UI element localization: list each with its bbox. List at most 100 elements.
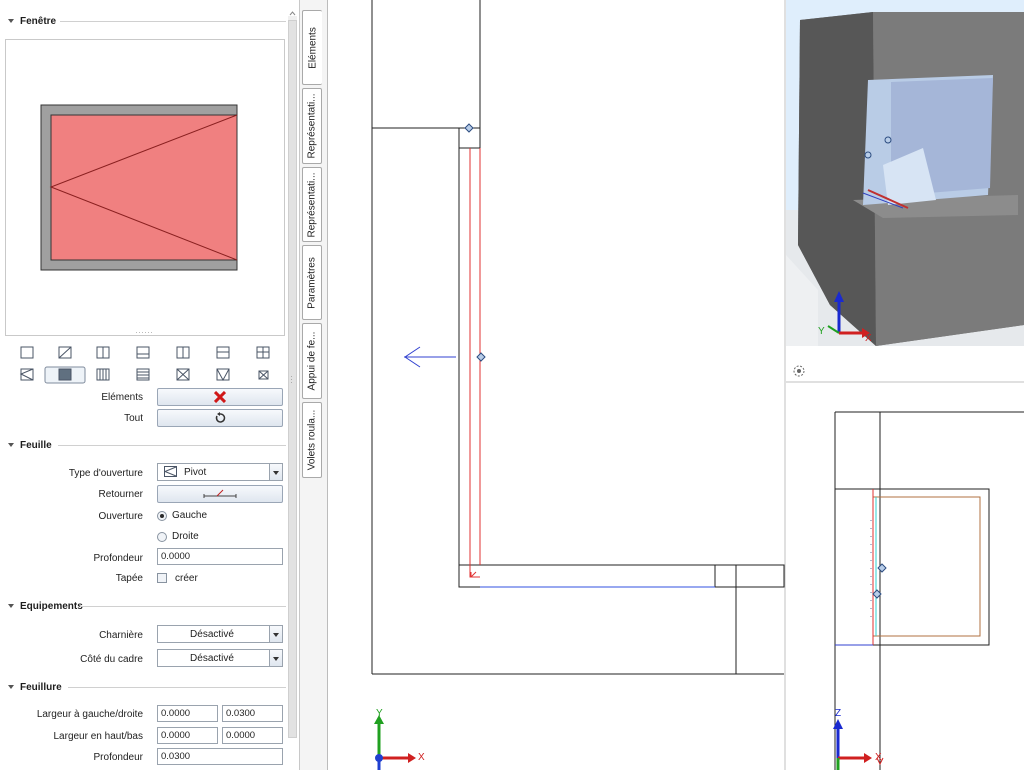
tab-label: Représentati...	[306, 171, 318, 238]
largeur-haut-input[interactable]: 0.0000	[157, 727, 218, 744]
creer-label: créer	[175, 573, 198, 584]
divider	[80, 606, 286, 607]
feuillure-profondeur-label: Profondeur	[93, 752, 143, 763]
section-title: Equipements	[20, 600, 83, 612]
down-tilt-icon	[216, 368, 230, 382]
tapee-checkbox[interactable]	[157, 573, 167, 583]
splitter-grip[interactable]	[290, 375, 294, 385]
select-value: Désactivé	[190, 652, 234, 664]
tab-parametres[interactable]: Paramètres	[302, 245, 322, 320]
scroll-up-icon[interactable]	[288, 8, 297, 16]
tab-label: Volets roula...	[306, 409, 318, 471]
direction-arrow-icon	[404, 346, 456, 368]
section-title: Feuillure	[20, 681, 62, 693]
section-feuillure[interactable]: Feuillure	[8, 680, 288, 694]
delete-elements-button[interactable]	[157, 388, 283, 406]
charniere-label: Charnière	[99, 630, 143, 641]
largeur-droite-input[interactable]: 0.0300	[222, 705, 283, 722]
retourner-label: Retourner	[98, 489, 143, 500]
tout-label: Tout	[124, 413, 143, 424]
elevation-view	[834, 411, 1024, 770]
collapse-icon	[8, 604, 14, 608]
largeur-gauche-input[interactable]: 0.0000	[157, 705, 218, 722]
3d-view	[786, 0, 1024, 377]
sash-outline	[469, 148, 715, 588]
small-cross-icon	[258, 370, 269, 380]
reset-all-button[interactable]	[157, 409, 283, 427]
divider	[60, 21, 286, 22]
delete-icon	[214, 391, 226, 403]
axis-z-label: Z	[835, 708, 842, 719]
collapse-icon	[8, 443, 14, 447]
horizontal-icon	[216, 346, 230, 359]
vertical-tabbar: Eléments Représentati... Représentati...…	[300, 0, 328, 770]
feuillure-profondeur-input[interactable]: 0.0300	[157, 748, 283, 765]
largeur-hb-label: Largeur en haut/bas	[53, 731, 143, 742]
tab-label: Appui de fe...	[306, 331, 318, 391]
axis-y-label-3d: Y	[818, 326, 825, 337]
cote-cadre-select[interactable]: Désactivé	[157, 649, 283, 667]
divider	[68, 687, 286, 688]
charniere-select[interactable]: Désactivé	[157, 625, 283, 643]
pivot-icon	[164, 466, 177, 477]
fixed-icon	[20, 346, 34, 359]
section-equipements[interactable]: Equipements	[8, 599, 288, 613]
profondeur-input[interactable]: 0.0000	[157, 548, 283, 565]
section-fenetre[interactable]: Fenêtre	[8, 14, 288, 28]
filled-icon	[58, 368, 72, 381]
undo-icon	[215, 412, 226, 423]
dropdown-icon	[269, 464, 282, 480]
select-value: Pivot	[184, 466, 207, 478]
axis-x-label: X	[418, 752, 425, 763]
axis-gizmo-elevation	[833, 719, 872, 770]
compass-icon	[793, 365, 805, 377]
type-ouverture-label: Type d'ouverture	[68, 468, 143, 479]
droite-radio[interactable]	[157, 532, 167, 542]
handle-icon	[464, 123, 486, 362]
tab-representation-2[interactable]: Représentati...	[302, 167, 322, 242]
collapse-icon	[8, 685, 14, 689]
elements-label: Eléments	[101, 392, 143, 403]
axis-x-label-3d: X	[865, 333, 872, 344]
transom-icon	[136, 346, 150, 359]
tab-label: Représentati...	[306, 93, 318, 159]
dropdown-icon	[269, 650, 282, 666]
horizontal-bars-icon	[136, 368, 150, 381]
gauche-radio[interactable]	[157, 511, 167, 521]
opening-type-grid	[19, 346, 270, 384]
sash-fill	[50, 114, 238, 261]
retourner-button[interactable]	[157, 485, 283, 503]
double-icon	[176, 346, 190, 359]
divider	[58, 445, 286, 446]
profondeur-label: Profondeur	[93, 553, 143, 564]
preview-svg	[40, 104, 238, 333]
tab-volets[interactable]: Volets roula...	[302, 402, 322, 478]
largeur-gd-label: Largeur à gauche/droite	[36, 709, 143, 720]
grid-icon	[256, 346, 270, 359]
select-value: Désactivé	[190, 628, 234, 640]
axis-x-label-elev: X	[875, 752, 882, 763]
tab-appui[interactable]: Appui de fe...	[302, 323, 322, 399]
viewport-svg[interactable]	[328, 0, 1024, 770]
tab-elements[interactable]: Eléments	[302, 10, 322, 85]
viewport-area[interactable]: Y X Y X Z X	[328, 0, 1024, 770]
section-feuille[interactable]: Feuille	[8, 438, 288, 452]
tab-label: Paramètres	[306, 256, 318, 309]
tab-label: Eléments	[307, 26, 318, 69]
flip-icon	[203, 489, 237, 498]
largeur-bas-input[interactable]: 0.0000	[222, 727, 283, 744]
tapee-label: Tapée	[115, 573, 143, 584]
window-preview	[5, 39, 285, 336]
plan-view	[371, 0, 785, 675]
pivot-icon	[19, 368, 34, 381]
droite-label: Droite	[172, 531, 199, 542]
cross-icon	[176, 368, 190, 381]
gauche-label: Gauche	[172, 510, 208, 521]
divided-icon	[96, 346, 110, 359]
axis-y-label: Y	[376, 708, 383, 719]
section-title: Fenêtre	[20, 15, 57, 27]
type-ouverture-select[interactable]: Pivot	[157, 463, 283, 481]
collapse-icon	[8, 19, 14, 23]
tab-representation-1[interactable]: Représentati...	[302, 88, 322, 164]
axis-gizmo-plan	[374, 715, 416, 770]
